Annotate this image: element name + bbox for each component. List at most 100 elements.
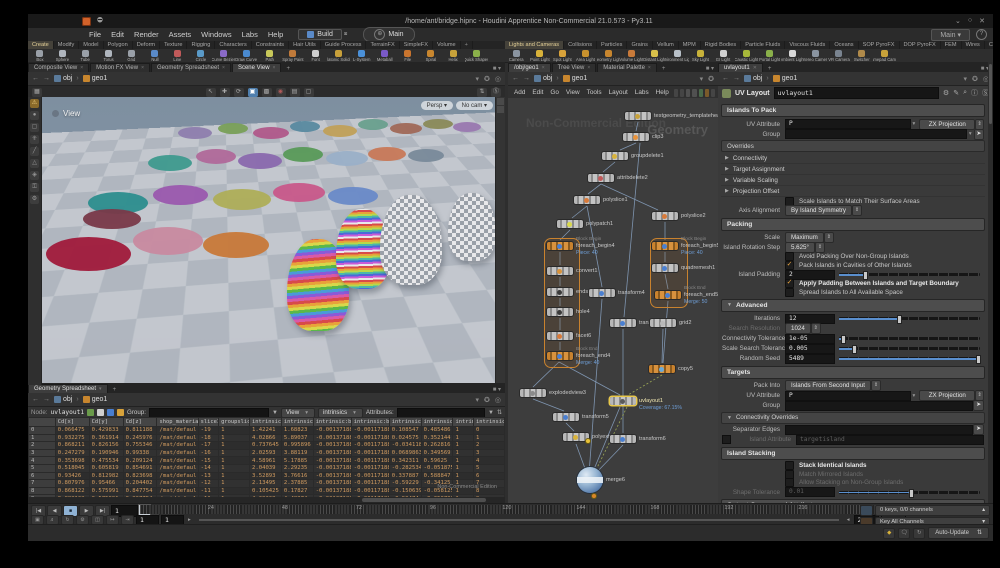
shelf-tool-vr-camera[interactable]: VR Camera [827,50,850,62]
new-tab-button[interactable]: + [109,387,121,393]
field-dropdown-icon[interactable]: ▾ [911,393,918,399]
table-row[interactable]: 30.2472790.1909460.99338/mat/defaul-1612… [29,449,505,457]
node-transform6[interactable] [610,435,636,443]
shelf-tool-caustic-light[interactable]: Caustic Light [735,50,758,62]
shelf-tool-gi-light[interactable]: GI Light [712,50,735,62]
slider-thumb[interactable] [852,345,857,354]
shelf-tab-sop-pyrofx[interactable]: SOP PyroFX [859,41,900,49]
network-menu-layout[interactable]: Layout [606,89,631,96]
network-menu-go[interactable]: Go [547,89,562,96]
menu-item-labs[interactable]: Labs [237,30,263,39]
shelf-tool-draw-curve[interactable]: Draw Curve [235,50,258,62]
path-pin-icon[interactable]: ✪ [484,75,490,83]
breadcrumb-geo1[interactable]: geo1 [83,75,108,82]
shelf-tab-polygon[interactable]: Polygon [104,41,133,49]
path-dropdown-icon[interactable]: ▾ [700,75,704,83]
table-row[interactable]: 70.8079760.954660.204402/mat/defaul-1212… [29,480,505,488]
network-menu-edit[interactable]: Edit [529,89,546,96]
col-header[interactable]: intrinsic:bound [249,418,281,427]
col-header[interactable]: sliceID [198,418,219,427]
shelf-tab-modify[interactable]: Modify [54,41,79,49]
param-subsection-overrides[interactable]: Overrides [721,140,985,152]
info-icon[interactable]: ⓘ [971,88,978,98]
display-opts-icon[interactable]: ⚙︎ [30,195,39,204]
back-icon[interactable]: ← [512,75,519,82]
shelf-tool-camera[interactable]: Camera [505,50,528,62]
node-quadremesh1[interactable] [652,264,678,272]
tab-geometry-spreadsheet[interactable]: Geometry Spreadsheet▾ [28,384,108,393]
view-lock-icon[interactable]: ⚿ [30,183,39,192]
node-groupdelete1[interactable] [602,152,628,160]
tab-close-icon[interactable]: × [141,65,144,71]
forward-icon[interactable]: → [733,75,740,82]
camera-selector[interactable]: No cam ▾ [456,101,493,110]
node-foreach_begin5[interactable] [652,242,678,250]
gear-icon[interactable]: ⚙︎ [943,89,949,97]
points-mode-icon[interactable]: ⁜ [30,135,39,144]
spreadsheet-table[interactable]: Cd[x]Cd[y]Cd[z]shop_materialpsliceIDgrou… [28,417,505,497]
pane-max-icon[interactable]: ■ [493,66,497,72]
node-clip3[interactable] [623,133,649,141]
pane-max-icon[interactable]: ■ [706,66,710,72]
keys-channels-button[interactable]: 0 keys, 0/0 channels▴ [875,505,990,516]
network-menu-view[interactable]: View [563,89,583,96]
shelf-tab-fem[interactable]: FEM [941,41,962,49]
shelf-tool-box[interactable]: Box [28,50,51,62]
checkbox[interactable] [785,252,794,261]
uv-tool-icon[interactable]: ▩ [262,88,272,97]
vertices-class-icon[interactable] [97,409,104,416]
forward-icon[interactable]: → [43,75,50,82]
shelf-tool-curve-bezier[interactable]: Curve Bezier [212,50,235,62]
node-polyslice1[interactable] [574,196,600,204]
viewport-side-scrollbar[interactable] [495,97,505,383]
shelf-tab-rigid-bodies[interactable]: Rigid Bodies [701,41,741,49]
node-hole4[interactable] [547,308,573,316]
shelf-tab-mpm[interactable]: MPM [679,41,701,49]
col-header[interactable]: intrinsic:bound [281,418,313,427]
shelf-tool-ambient-light[interactable]: Ambient Light [781,50,804,62]
class-dropdown[interactable]: View▾ [281,408,315,418]
shelf-tool-volume-light[interactable]: Volume Light [620,50,643,62]
attr-filter-icon[interactable]: ▼ [488,410,494,416]
col-header[interactable]: intrinsic:indexo [474,418,505,427]
node-grid2[interactable] [650,319,676,327]
shelf-tool-line[interactable]: Line [166,50,189,62]
node-attribdelete2[interactable] [588,174,614,182]
menu-item-windows[interactable]: Windows [196,30,236,39]
node-uvlayout1[interactable] [610,397,636,405]
spinner-icon[interactable]: ⇕ [824,232,834,243]
spinner-icon[interactable]: ⇕ [815,242,825,253]
tab-geometry-spreadsheet[interactable]: Geometry Spreadsheet× [151,63,231,72]
field-dropdown-icon[interactable]: ▾ [911,121,918,127]
param-field[interactable]: 1e-05 [785,334,835,344]
shelf-tool-spot-light[interactable]: Spot Light [551,50,574,62]
table-row[interactable]: 10.9322750.3619140.245976/mat/defaul-181… [29,434,505,442]
minimize-icon[interactable]: ⌄ [955,17,961,25]
snap-mode-icon[interactable]: ◈ [30,171,39,180]
node-foreach_end4[interactable] [547,352,573,360]
menu-item-assets[interactable]: Assets [164,30,197,39]
shelf-tool-stereo-camera[interactable]: Stereo Camera [804,50,827,62]
shelf-tool-switcher[interactable]: Switcher [850,50,873,62]
param-section-islands-to-pack[interactable]: Islands To Pack [721,104,985,117]
network-menu-add[interactable]: Add [511,89,528,96]
pane-menu-icon[interactable]: ▾ [711,66,714,72]
intrinsics-dropdown[interactable]: intrinsics▾ [318,408,363,418]
node-testgeometry_templatehead1[interactable] [625,112,651,120]
tab--obj-geo1[interactable]: /obj/geo1× [508,63,551,72]
checkbox[interactable]: ✓ [785,279,794,288]
magnifier-icon[interactable]: ⌕ [963,89,967,97]
tab-close-icon[interactable]: × [80,65,83,71]
col-header[interactable]: groupsliced [219,418,250,427]
handle-tool-icon[interactable]: ▣ [248,88,258,97]
table-row[interactable]: 50.5180450.6058190.854691/mat/defaul-141… [29,464,505,472]
tab-motion-fx-view[interactable]: Motion FX View× [90,63,150,72]
param-section-island-stacking[interactable]: Island Stacking [721,447,985,460]
forward-icon[interactable]: → [43,396,50,403]
shelf-tool-null[interactable]: Null [143,50,166,62]
network-canvas[interactable]: Non-Commercial Edition Geometry testgeom… [508,98,718,503]
shelf-tab-deform[interactable]: Deform [133,41,160,49]
pencil-icon[interactable]: ✎ [953,89,959,97]
back-icon[interactable]: ← [32,396,39,403]
tab-close-icon[interactable]: × [648,65,651,71]
